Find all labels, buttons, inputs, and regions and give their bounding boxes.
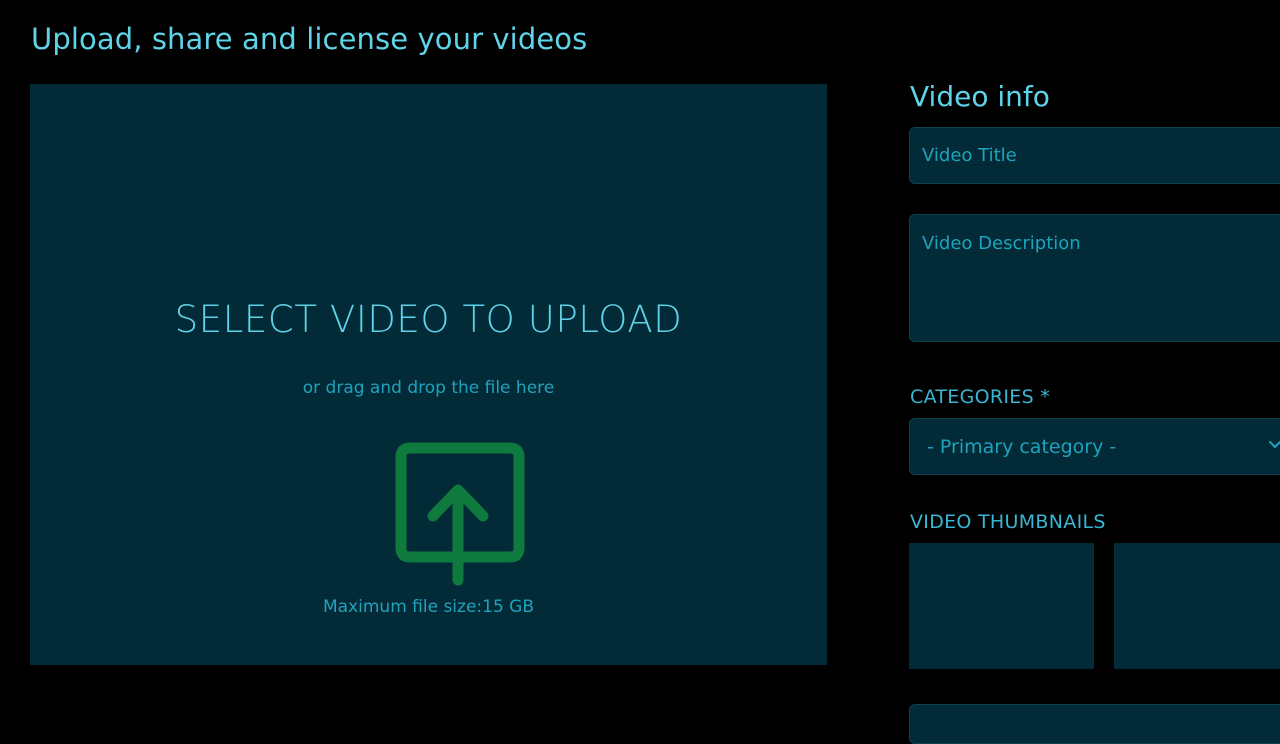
page-title: Upload, share and license your videos bbox=[31, 22, 588, 56]
chevron-down-icon bbox=[1269, 441, 1280, 448]
video-title-input[interactable] bbox=[909, 127, 1280, 184]
upload-heading[interactable]: SELECT VIDEO TO UPLOAD bbox=[30, 298, 827, 341]
thumbnail-slot[interactable] bbox=[909, 543, 1094, 669]
max-file-size: Maximum file size:15 GB bbox=[322, 597, 535, 617]
drag-drop-hint: or drag and drop the file here bbox=[302, 378, 555, 398]
form-field[interactable] bbox=[909, 704, 1280, 744]
video-description-input[interactable] bbox=[909, 214, 1280, 342]
primary-category-select[interactable]: - Primary category - bbox=[909, 418, 1280, 475]
video-info-heading: Video info bbox=[910, 80, 1050, 113]
video-thumbnails-label: VIDEO THUMBNAILS bbox=[910, 511, 1106, 533]
upload-icon[interactable] bbox=[395, 438, 525, 590]
categories-label: CATEGORIES * bbox=[910, 386, 1051, 408]
upload-dropzone[interactable]: SELECT VIDEO TO UPLOAD or drag and drop … bbox=[30, 84, 827, 665]
thumbnail-slot[interactable] bbox=[1114, 543, 1280, 669]
primary-category-value: - Primary category - bbox=[927, 436, 1117, 458]
